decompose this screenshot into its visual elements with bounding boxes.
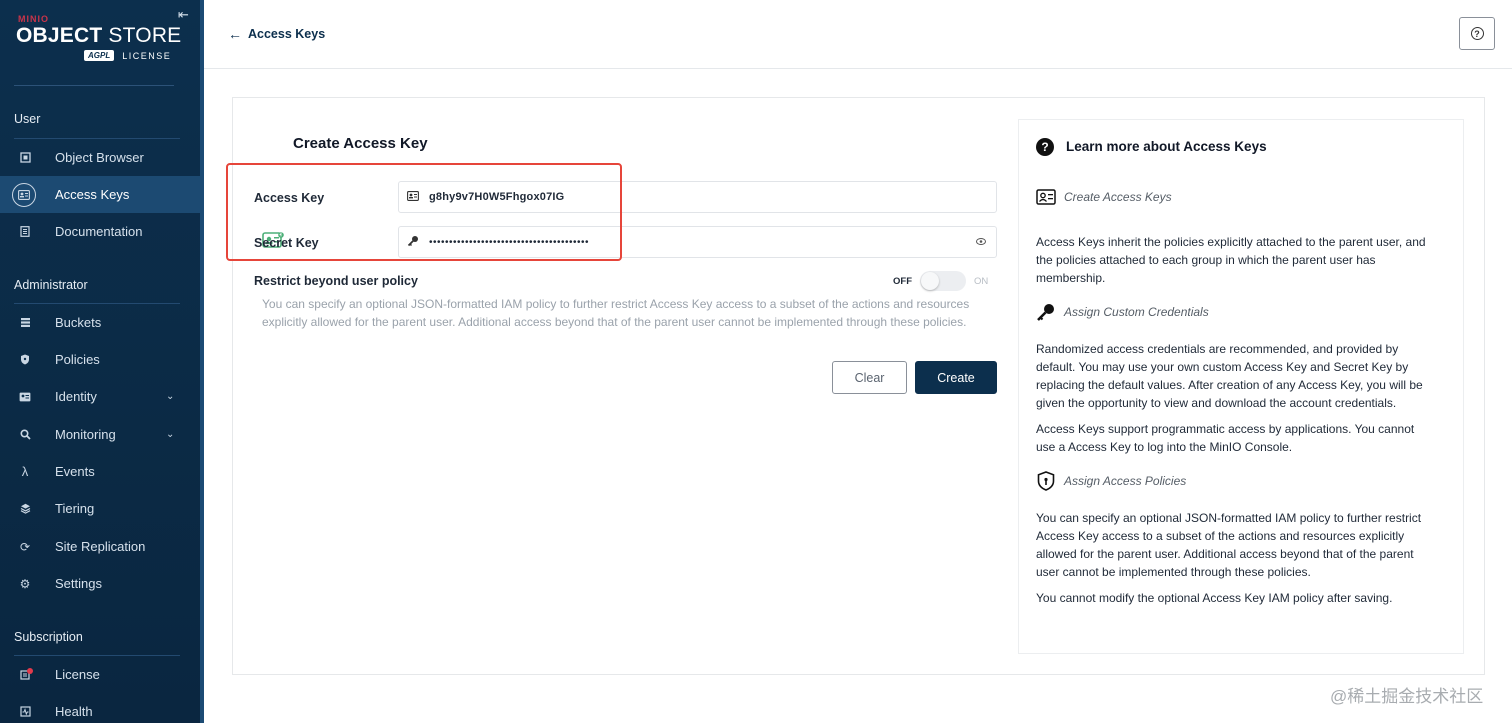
logo-license: AGPL LICENSE xyxy=(84,50,171,61)
restrict-policy-label: Restrict beyond user policy xyxy=(254,274,418,288)
sidebar-item-health[interactable]: Health xyxy=(0,693,200,723)
help-title: Learn more about Access Keys xyxy=(1066,139,1267,154)
sidebar-item-label: Documentation xyxy=(55,224,143,239)
toggle-off-label: OFF xyxy=(893,276,912,287)
restrict-policy-description: You can specify an optional JSON-formatt… xyxy=(262,297,970,329)
sidebar-item-events[interactable]: λ Events xyxy=(0,453,200,490)
sidebar-item-label: Buckets xyxy=(55,315,102,330)
replication-icon: ⟳ xyxy=(19,539,31,554)
form-title: Create Access Key xyxy=(293,135,428,152)
sidebar-item-object-browser[interactable]: Object Browser xyxy=(0,139,200,176)
watermark: @稀土掘金技术社区 xyxy=(1330,687,1484,706)
gear-icon: ⚙ xyxy=(19,576,31,591)
secret-key-input[interactable]: •••••••••••••••••••••••••••••••••••••••• xyxy=(398,226,997,258)
sidebar-item-label: Identity xyxy=(55,389,97,404)
sidebar-item-label: Events xyxy=(55,464,95,479)
logo-divider xyxy=(14,85,174,86)
sidebar-item-tiering[interactable]: Tiering xyxy=(0,490,200,527)
page-title: Access Keys xyxy=(248,27,326,41)
restrict-policy-toggle[interactable] xyxy=(920,271,966,291)
help-policies-text-2: You cannot modify the optional Access Ke… xyxy=(1036,591,1393,605)
agpl-badge: AGPL xyxy=(84,50,115,61)
id-card-icon xyxy=(407,190,419,204)
sidebar-item-label: Policies xyxy=(55,352,100,367)
help-custom-heading: Assign Custom Credentials xyxy=(1064,305,1209,319)
eye-icon[interactable] xyxy=(976,237,986,248)
sidebar-item-label: Tiering xyxy=(55,501,95,516)
notification-dot xyxy=(27,668,33,674)
help-policies-heading: Assign Access Policies xyxy=(1064,474,1187,488)
help-create-heading: Create Access Keys xyxy=(1064,190,1172,204)
sidebar-item-buckets[interactable]: Buckets xyxy=(0,304,200,341)
key-icon xyxy=(1036,303,1056,321)
sidebar-item-policies[interactable]: Policies xyxy=(0,341,200,378)
help-policies-text-1: You can specify an optional JSON-formatt… xyxy=(1036,511,1422,579)
help-custom-text-2: Access Keys support programmatic access … xyxy=(1036,422,1415,454)
bucket-browser-icon xyxy=(19,152,31,164)
access-key-input[interactable]: g8hy9v7H0W5Fhgox07IG xyxy=(398,181,997,213)
monitoring-icon xyxy=(19,429,31,441)
secret-key-label: Secret Key xyxy=(254,236,319,250)
id-card-icon xyxy=(1036,188,1056,206)
toggle-on-label: ON xyxy=(974,276,989,287)
chevron-down-icon[interactable]: ⌄ xyxy=(166,391,174,402)
help-create-text: Access Keys inherit the policies explici… xyxy=(1036,235,1426,285)
clear-button[interactable]: Clear xyxy=(832,361,907,394)
sidebar-item-label: License xyxy=(55,667,100,682)
minio-logo[interactable]: MINIO OBJECT STORE AGPL LICENSE xyxy=(16,12,181,62)
sidebar-item-identity[interactable]: Identity ⌄ xyxy=(0,378,200,415)
access-key-value: g8hy9v7H0W5Fhgox07IG xyxy=(429,191,565,203)
sidebar-edge xyxy=(200,0,204,723)
logo-brand: MINIO xyxy=(18,14,49,24)
health-icon xyxy=(19,706,31,718)
identity-icon xyxy=(19,391,31,403)
lambda-icon: λ xyxy=(21,464,29,479)
back-arrow-icon[interactable]: ← xyxy=(228,26,242,42)
shield-icon xyxy=(1036,471,1056,491)
collapse-sidebar-icon[interactable]: ⇤ xyxy=(178,8,192,22)
sidebar-item-label: Site Replication xyxy=(55,539,146,554)
section-user: User xyxy=(14,112,41,126)
document-icon xyxy=(19,226,31,238)
sidebar: MINIO OBJECT STORE AGPL LICENSE ⇤ User O… xyxy=(0,0,204,723)
key-card-icon xyxy=(12,182,36,207)
sidebar-item-label: Access Keys xyxy=(55,187,130,202)
page-header: ← Access Keys ? xyxy=(204,0,1512,69)
sidebar-item-license[interactable]: License xyxy=(0,656,200,693)
key-icon xyxy=(407,235,419,250)
sidebar-item-label: Health xyxy=(55,704,93,719)
sidebar-item-label: Object Browser xyxy=(55,150,144,165)
help-button[interactable]: ? xyxy=(1459,17,1495,50)
sidebar-item-documentation[interactable]: Documentation xyxy=(0,213,200,250)
buckets-icon xyxy=(19,317,31,329)
sidebar-item-access-keys[interactable]: Access Keys xyxy=(0,176,200,213)
question-circle-icon: ? xyxy=(1036,138,1054,156)
policy-shield-icon xyxy=(19,354,31,366)
create-button[interactable]: Create xyxy=(915,361,997,394)
toggle-knob xyxy=(921,272,939,290)
access-key-label: Access Key xyxy=(254,191,325,205)
secret-key-value: •••••••••••••••••••••••••••••••••••••••• xyxy=(429,236,590,248)
sidebar-item-monitoring[interactable]: Monitoring ⌄ xyxy=(0,416,200,453)
tiering-icon xyxy=(19,503,31,515)
section-administrator: Administrator xyxy=(14,278,88,292)
logo-product: OBJECT STORE xyxy=(16,24,182,47)
chevron-down-icon[interactable]: ⌄ xyxy=(166,429,174,440)
sidebar-item-site-replication[interactable]: ⟳ Site Replication xyxy=(0,528,200,565)
sidebar-item-settings[interactable]: ⚙ Settings xyxy=(0,565,200,602)
sidebar-item-label: Monitoring xyxy=(55,427,116,442)
help-custom-text-1: Randomized access credentials are recomm… xyxy=(1036,342,1423,410)
license-text: LICENSE xyxy=(122,50,172,61)
section-subscription: Subscription xyxy=(14,630,83,644)
question-icon: ? xyxy=(1470,27,1484,40)
sidebar-item-label: Settings xyxy=(55,576,102,591)
